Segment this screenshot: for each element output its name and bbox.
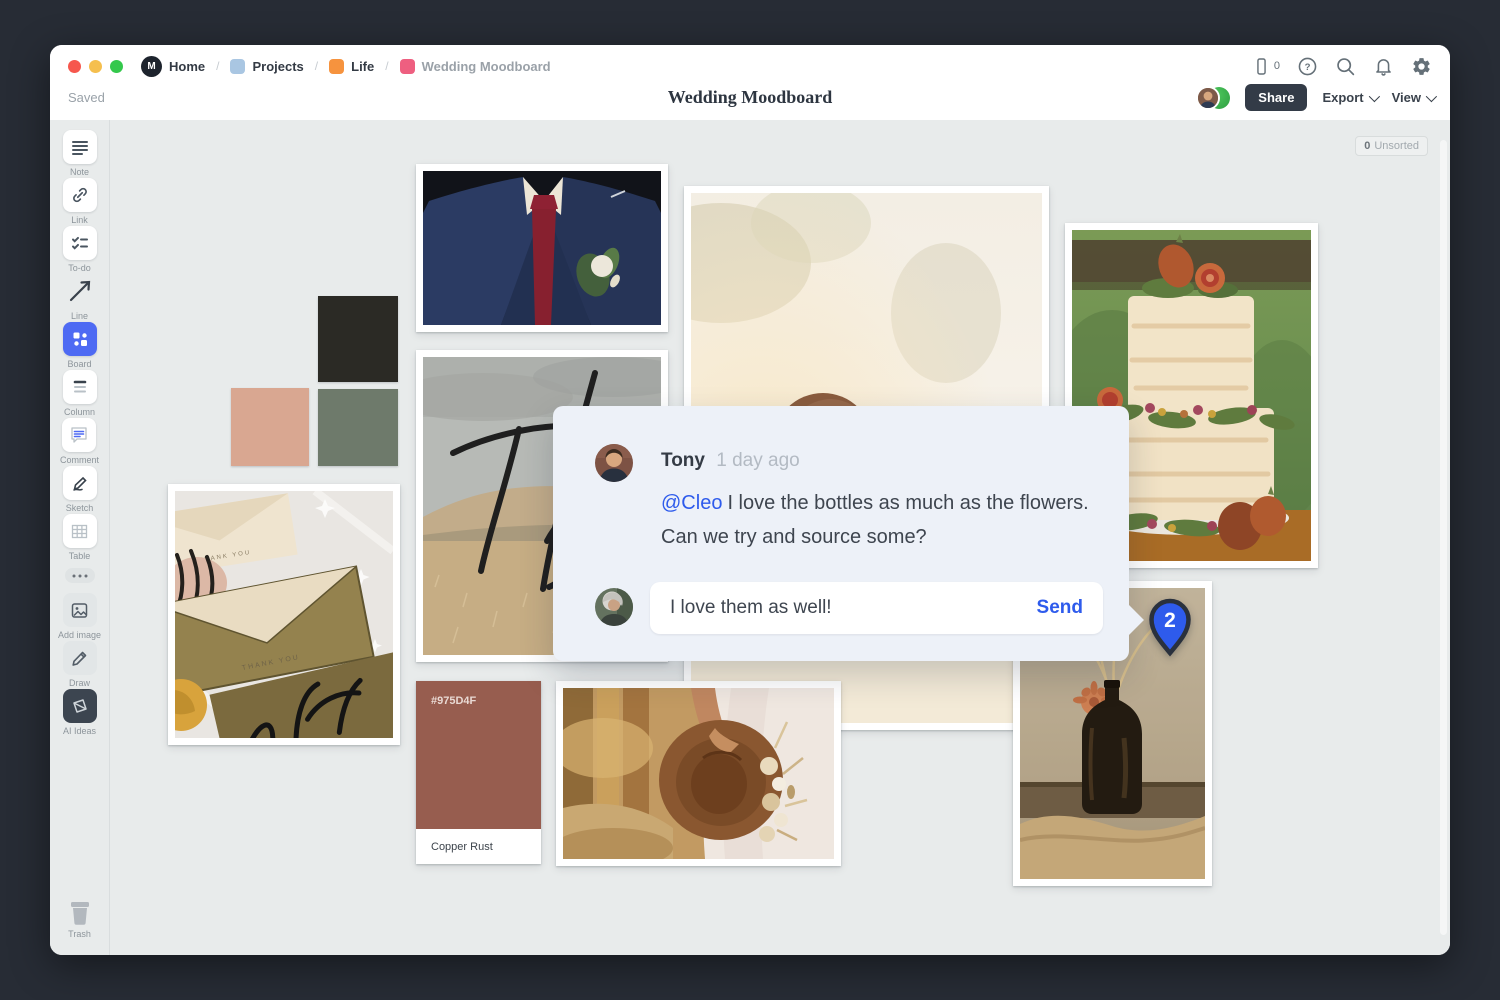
comment-thread-card: Tony 1 day ago @CleoI love the bottles a…: [553, 406, 1129, 661]
gear-icon: [1411, 56, 1432, 77]
tool-link[interactable]: Link: [63, 178, 97, 226]
add-image-icon: [63, 593, 97, 627]
chevron-down-icon: [1368, 90, 1379, 101]
mention-link[interactable]: @Cleo: [661, 492, 722, 514]
comment-timestamp: 1 day ago: [716, 450, 799, 471]
notifications-button[interactable]: [1373, 56, 1394, 77]
breadcrumb-separator: /: [315, 59, 318, 73]
tool-ai-ideas[interactable]: AI Ideas: [63, 689, 97, 737]
breadcrumb: M Home / Projects / Life /: [141, 56, 551, 77]
reply-user-avatar: [595, 588, 633, 626]
todo-icon: [63, 226, 97, 260]
groom-suit-image: [423, 171, 661, 325]
stationery-image: THANK YOU THANK YOU: [175, 491, 393, 738]
column-icon: [63, 370, 97, 404]
swatch-dark[interactable]: [318, 296, 398, 382]
color-hex-label: #975D4F: [431, 695, 476, 707]
share-button[interactable]: Share: [1245, 84, 1307, 111]
color-name-label: Copper Rust: [416, 829, 541, 864]
photo-stationery-envelopes[interactable]: THANK YOU THANK YOU: [168, 484, 400, 745]
breadcrumb-separator: /: [385, 59, 388, 73]
tools-sidebar: Note Link To-do: [50, 120, 110, 955]
tool-line[interactable]: Line: [63, 274, 97, 322]
comment-author-avatar: [595, 444, 633, 482]
breadcrumb-life[interactable]: Life: [329, 59, 374, 74]
zoom-window-button[interactable]: [110, 60, 123, 73]
tool-table[interactable]: Table: [63, 514, 97, 562]
board-icon-pink: [400, 59, 415, 74]
send-button[interactable]: Send: [1017, 597, 1103, 619]
user-avatar: [1196, 86, 1220, 110]
table-icon: [63, 514, 97, 548]
window-controls: [68, 60, 123, 73]
reply-input[interactable]: [650, 597, 1017, 619]
breadcrumb-home[interactable]: M Home: [141, 56, 205, 77]
settings-button[interactable]: [1411, 56, 1432, 77]
comment-pin[interactable]: 2: [1146, 597, 1194, 662]
help-button[interactable]: ?: [1297, 56, 1318, 77]
tool-draw[interactable]: Draw: [63, 641, 97, 689]
minimize-window-button[interactable]: [89, 60, 102, 73]
trash-dropzone[interactable]: Trash: [66, 900, 94, 939]
ellipsis-icon: [72, 574, 88, 578]
breadcrumb-current-board[interactable]: Wedding Moodboard: [400, 59, 551, 74]
more-tools-button[interactable]: [65, 568, 95, 583]
ai-ideas-icon: [63, 689, 97, 723]
mobile-app-button[interactable]: 0: [1252, 57, 1280, 76]
photo-groom-suit[interactable]: [416, 164, 668, 332]
search-button[interactable]: [1335, 56, 1356, 77]
tool-sketch[interactable]: Sketch: [63, 466, 97, 514]
bride-hat-image: [563, 688, 834, 859]
sketch-icon: [63, 466, 97, 500]
help-icon: ?: [1297, 56, 1318, 77]
device-count: 0: [1274, 60, 1280, 72]
breadcrumb-separator: /: [216, 59, 219, 73]
board-icon-blue: [230, 59, 245, 74]
comment-author-name: Tony: [661, 450, 705, 471]
board-icon-orange: [329, 59, 344, 74]
comment-body: @CleoI love the bottles as much as the f…: [661, 486, 1116, 554]
comment-icon: [62, 418, 96, 452]
color-card-copper-rust[interactable]: #975D4F Copper Rust: [416, 681, 541, 864]
tool-todo[interactable]: To-do: [63, 226, 97, 274]
unsorted-badge[interactable]: 0 Unsorted: [1355, 136, 1428, 156]
swatch-sage[interactable]: [318, 389, 398, 466]
export-menu-button[interactable]: Export: [1322, 90, 1376, 105]
trash-icon: [66, 900, 94, 926]
board-canvas[interactable]: Note Link To-do: [50, 120, 1450, 955]
phone-icon: [1252, 57, 1271, 76]
breadcrumb-projects[interactable]: Projects: [230, 59, 303, 74]
bell-icon: [1373, 56, 1394, 77]
view-menu-button[interactable]: View: [1392, 90, 1434, 105]
search-icon: [1335, 56, 1356, 77]
board-icon: [63, 322, 97, 356]
draw-icon: [63, 641, 97, 675]
color-chip: #975D4F: [416, 681, 541, 829]
titlebar: M Home / Projects / Life /: [50, 45, 1450, 120]
desktop-background: M Home / Projects / Life /: [0, 0, 1500, 1000]
app-window: M Home / Projects / Life /: [50, 45, 1450, 955]
swatch-blush[interactable]: [231, 388, 309, 466]
note-icon: [63, 130, 97, 164]
pin-icon: 2: [1146, 597, 1194, 657]
tool-column[interactable]: Column: [63, 370, 97, 418]
tool-note[interactable]: Note: [63, 130, 97, 178]
photo-bride-hat[interactable]: [556, 681, 841, 866]
milanote-logo-icon: M: [141, 56, 162, 77]
line-icon: [63, 274, 97, 308]
svg-text:?: ?: [1305, 62, 1311, 73]
svg-text:2: 2: [1164, 609, 1176, 632]
tool-comment[interactable]: Comment: [60, 418, 99, 466]
tool-add-image[interactable]: Add image: [58, 593, 101, 641]
vertical-scrollbar[interactable]: [1440, 140, 1447, 935]
tool-board-selected[interactable]: Board: [63, 322, 97, 370]
close-window-button[interactable]: [68, 60, 81, 73]
link-icon: [63, 178, 97, 212]
reply-box: Send: [650, 582, 1103, 634]
collaborator-avatars[interactable]: [1196, 86, 1230, 110]
